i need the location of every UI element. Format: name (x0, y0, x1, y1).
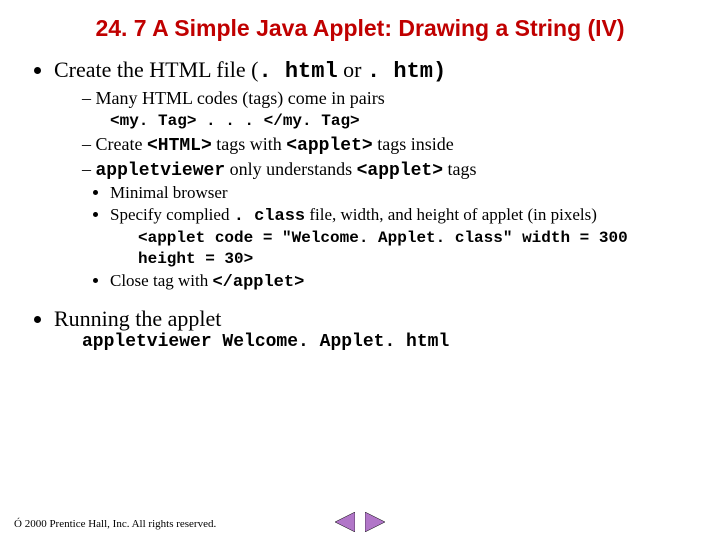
next-icon[interactable] (365, 512, 387, 532)
bullet-running: Running the applet appletviewer Welcome.… (54, 306, 692, 352)
close-tag: Close tag with </applet> (110, 271, 692, 292)
applet-code-line1: <applet code = "Welcome. Applet. class" … (138, 228, 692, 249)
sub-list: Create <HTML> tags with <applet> tags in… (54, 134, 692, 293)
ext-htm: . htm) (367, 59, 446, 84)
sub-sub-list: Minimal browser Specify complied . class… (82, 183, 692, 226)
minimal-browser: Minimal browser (110, 183, 692, 203)
text: Running the applet (54, 306, 221, 331)
copyright-footer: Ó 2000 Prentice Hall, Inc. All rights re… (14, 518, 216, 530)
code-mytag: <my. Tag> . . . </my. Tag> (110, 112, 692, 130)
sub-appletviewer: appletviewer only understands <applet> t… (82, 159, 692, 293)
sub-list: Many HTML codes (tags) come in pairs (54, 88, 692, 109)
text: or (338, 57, 367, 82)
bullet-list: Create the HTML file (. html or . htm) M… (34, 57, 692, 353)
specify-class: Specify complied . class file, width, an… (110, 205, 692, 226)
prev-icon[interactable] (333, 512, 355, 532)
nav-arrows (333, 512, 387, 532)
sub-sub-list: Close tag with </applet> (82, 271, 692, 292)
run-command: appletviewer Welcome. Applet. html (82, 332, 692, 352)
applet-code-line2: height = 30> (138, 249, 692, 270)
ext-html: . html (258, 59, 337, 84)
sub-many-tags: Many HTML codes (tags) come in pairs (82, 88, 692, 109)
slide: 24. 7 A Simple Java Applet: Drawing a St… (0, 0, 720, 352)
slide-title: 24. 7 A Simple Java Applet: Drawing a St… (28, 14, 692, 43)
text: Create the HTML file ( (54, 57, 258, 82)
sub-create-tags: Create <HTML> tags with <applet> tags in… (82, 134, 692, 156)
bullet-create-html: Create the HTML file (. html or . htm) M… (54, 57, 692, 293)
